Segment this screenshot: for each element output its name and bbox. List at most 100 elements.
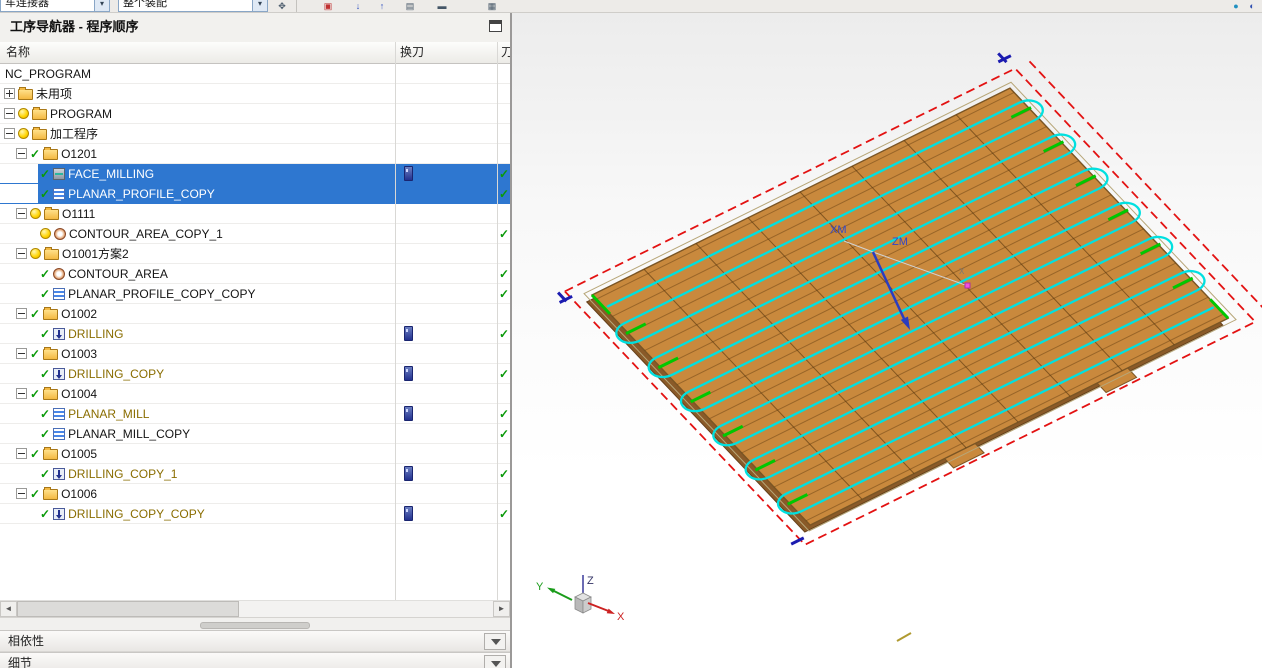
tree-row[interactable]: PROGRAM (0, 104, 510, 124)
toolpath-check-icon (499, 168, 509, 180)
tree-row[interactable]: DRILLING (0, 324, 510, 344)
tool-change-icon (404, 466, 413, 481)
node-label: O1003 (61, 346, 98, 361)
node-label: 加工程序 (50, 127, 99, 141)
collapse-icon[interactable] (16, 208, 27, 219)
panel-splitter[interactable] (0, 617, 510, 630)
node-label: NC_PROGRAM (5, 66, 92, 81)
collapse-icon[interactable] (16, 248, 27, 259)
sphere-icon[interactable]: ● (1230, 1, 1242, 12)
keyboard-icon[interactable]: ▦ (486, 1, 498, 12)
navigator-titlebar: 工序导航器 - 程序顺序 (0, 12, 510, 43)
column-header-name[interactable]: 名称 (6, 42, 30, 63)
expand-icon[interactable] (4, 88, 15, 99)
graphics-viewport[interactable]: XM ZM X X Y Z (512, 12, 1262, 668)
tree-row[interactable]: 未用项 (0, 84, 510, 104)
float-panel-icon[interactable] (489, 20, 502, 32)
status-check-icon (30, 448, 40, 460)
column-header-tool-change[interactable]: 换刀 (400, 42, 424, 63)
tree-row[interactable]: DRILLING_COPY (0, 364, 510, 384)
tree-row[interactable]: CONTOUR_AREA (0, 264, 510, 284)
move-up-icon[interactable]: ↑ (376, 1, 388, 12)
tree-row[interactable]: DRILLING_COPY_1 (0, 464, 510, 484)
folder-icon (44, 207, 59, 220)
chevron-down-icon[interactable] (484, 633, 506, 650)
part-filter-combo[interactable]: 车连接器 ▾ (0, 0, 110, 12)
tree-row[interactable]: CONTOUR_AREA_COPY_1 (0, 224, 510, 244)
tree-row[interactable]: O1005 (0, 444, 510, 464)
scroll-right-button[interactable] (493, 601, 510, 617)
status-check-icon (30, 348, 40, 360)
triad-x-arrowhead (606, 608, 615, 614)
collapse-icon[interactable] (4, 108, 15, 119)
scrollbar-thumb[interactable] (17, 601, 239, 617)
monitor-icon[interactable]: ▬ (436, 1, 448, 12)
hand-icon[interactable]: ✥ (276, 1, 288, 12)
horizontal-scrollbar[interactable] (0, 600, 510, 617)
tree-row[interactable]: O1111 (0, 204, 510, 224)
column-divider-line (497, 42, 498, 600)
part-filter-value: 车连接器 (5, 0, 49, 9)
tree-row[interactable]: 加工程序 (0, 124, 510, 144)
tree-row[interactable]: DRILLING_COPY_COPY (0, 504, 510, 524)
tree-row[interactable]: O1001方案2 (0, 244, 510, 264)
toolpath-check-icon (499, 268, 509, 280)
tree-row[interactable]: O1201 (0, 144, 510, 164)
collapse-icon[interactable] (4, 128, 15, 139)
collapse-icon[interactable] (16, 308, 27, 319)
dependencies-section-bar[interactable]: 相依性 (0, 630, 510, 652)
status-bulb-icon (18, 108, 29, 119)
details-section-bar[interactable]: 细节 (0, 652, 510, 668)
selection-scope-combo[interactable]: 整个装配 ▾ (118, 0, 268, 12)
toolpath-check-icon (499, 508, 509, 520)
collapse-icon[interactable] (16, 488, 27, 499)
node-label: FACE_MILLING (68, 166, 155, 181)
toolpath-check-icon (499, 428, 509, 440)
tree-row[interactable]: O1002 (0, 304, 510, 324)
drilling-operation-icon (53, 467, 66, 480)
splitter-grip[interactable] (200, 622, 310, 629)
folder-icon (43, 487, 59, 500)
view-triad[interactable]: X Y Z (536, 575, 625, 623)
status-check-icon (40, 508, 50, 520)
status-check-icon (30, 388, 40, 400)
node-label: PLANAR_MILL (68, 406, 150, 421)
globe-icon[interactable]: ◐ (1246, 1, 1258, 12)
scroll-left-button[interactable] (0, 601, 17, 617)
tree-row[interactable]: NC_PROGRAM (0, 64, 510, 84)
chevron-down-icon[interactable]: ▾ (94, 0, 109, 11)
node-label: DRILLING_COPY_COPY (68, 506, 205, 521)
node-label: PLANAR_MILL_COPY (68, 426, 191, 441)
snapshot-icon[interactable]: ▣ (322, 1, 334, 12)
status-check-icon (40, 408, 50, 420)
tree-row[interactable]: O1003 (0, 344, 510, 364)
collapse-icon[interactable] (16, 388, 27, 399)
collapse-icon[interactable] (16, 448, 27, 459)
toolpath-check-icon (499, 188, 509, 200)
tool-change-icon (404, 506, 413, 521)
tree-row[interactable]: O1004 (0, 384, 510, 404)
column-header-toolpath[interactable]: 刀 (501, 42, 510, 63)
drilling-operation-icon (53, 367, 66, 380)
tree-row[interactable]: PLANAR_PROFILE_COPY_COPY (0, 284, 510, 304)
status-check-icon (40, 268, 50, 280)
tree-row[interactable]: O1006 (0, 484, 510, 504)
tree-row[interactable]: PLANAR_MILL (0, 404, 510, 424)
collapse-icon[interactable] (16, 148, 27, 159)
status-check-icon (30, 308, 40, 320)
chevron-down-icon[interactable] (484, 655, 506, 668)
collapse-icon[interactable] (16, 348, 27, 359)
status-check-icon (40, 368, 50, 380)
program-order-tree: NC_PROGRAM 未用项 PROGRAM 加工程序 ✓ O1201 ✓ FA… (0, 64, 510, 524)
move-down-icon[interactable]: ↓ (352, 1, 364, 12)
x-axis-small-label: X (959, 267, 965, 276)
tool-change-icon (404, 366, 413, 381)
toolpath-check-icon (499, 468, 509, 480)
chevron-down-icon[interactable]: ▾ (252, 0, 267, 11)
tree-row[interactable]: PLANAR_MILL_COPY (0, 424, 510, 444)
reference-point-marker[interactable] (964, 282, 971, 289)
tree-row-selected[interactable]: FACE_MILLING (0, 164, 510, 184)
tree-row-selected[interactable]: PLANAR_PROFILE_COPY (0, 184, 510, 204)
tool-change-icon (404, 326, 413, 341)
measure-icon[interactable]: ▤ (404, 1, 416, 12)
